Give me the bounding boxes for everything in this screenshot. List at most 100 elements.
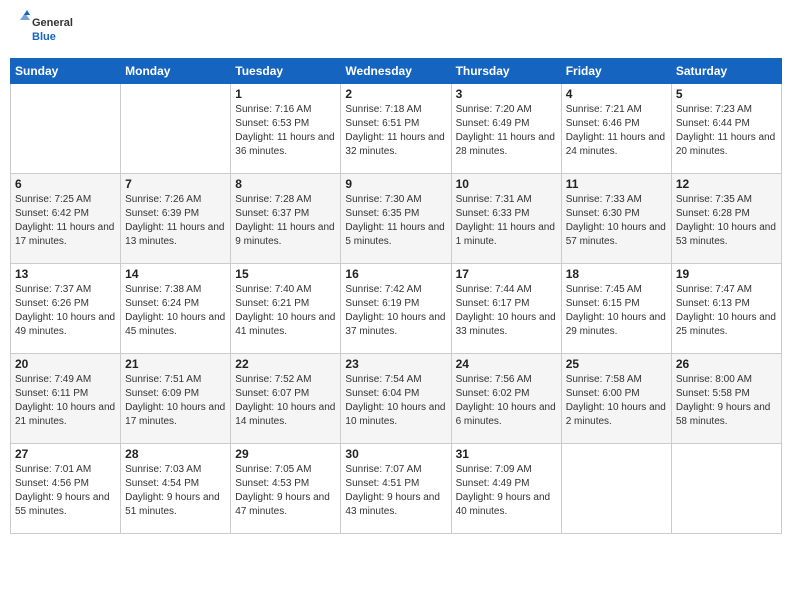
day-info: Sunrise: 7:23 AMSunset: 6:44 PMDaylight:…: [676, 103, 777, 159]
day-number: 24: [456, 357, 557, 371]
day-info: Sunrise: 7:40 AMSunset: 6:21 PMDaylight:…: [235, 283, 336, 339]
day-info: Sunrise: 7:03 AMSunset: 4:54 PMDaylight:…: [125, 463, 226, 519]
calendar-week-row: 27 Sunrise: 7:01 AMSunset: 4:56 PMDayligh…: [11, 444, 782, 534]
weekday-header-row: SundayMondayTuesdayWednesdayThursdayFrid…: [11, 59, 782, 84]
weekday-header: Friday: [561, 59, 671, 84]
weekday-header: Tuesday: [231, 59, 341, 84]
day-number: 21: [125, 357, 226, 371]
day-number: 10: [456, 177, 557, 191]
day-number: 18: [566, 267, 667, 281]
calendar-week-row: 20 Sunrise: 7:49 AMSunset: 6:11 PMDayligh…: [11, 354, 782, 444]
day-info: Sunrise: 7:54 AMSunset: 6:04 PMDaylight:…: [345, 373, 446, 429]
day-number: 12: [676, 177, 777, 191]
day-info: Sunrise: 7:45 AMSunset: 6:15 PMDaylight:…: [566, 283, 667, 339]
calendar-cell: 7 Sunrise: 7:26 AMSunset: 6:39 PMDaylight…: [121, 174, 231, 264]
calendar-week-row: 1Sunrise: 7:16 AMSunset: 6:53 PMDaylight…: [11, 84, 782, 174]
day-number: 15: [235, 267, 336, 281]
calendar-cell: 11 Sunrise: 7:33 AMSunset: 6:30 PMDayligh…: [561, 174, 671, 264]
day-info: Sunrise: 7:25 AMSunset: 6:42 PMDaylight:…: [15, 193, 116, 249]
calendar-cell: 24 Sunrise: 7:56 AMSunset: 6:02 PMDayligh…: [451, 354, 561, 444]
day-number: 8: [235, 177, 336, 191]
calendar-cell: 5Sunrise: 7:23 AMSunset: 6:44 PMDaylight…: [671, 84, 781, 174]
svg-text:General: General: [32, 17, 73, 29]
calendar-cell: 1Sunrise: 7:16 AMSunset: 6:53 PMDaylight…: [231, 84, 341, 174]
day-number: 19: [676, 267, 777, 281]
calendar-cell: 21 Sunrise: 7:51 AMSunset: 6:09 PMDayligh…: [121, 354, 231, 444]
weekday-header: Thursday: [451, 59, 561, 84]
day-info: Sunrise: 7:28 AMSunset: 6:37 PMDaylight:…: [235, 193, 336, 249]
day-number: 6: [15, 177, 116, 191]
calendar-cell: 4Sunrise: 7:21 AMSunset: 6:46 PMDaylight…: [561, 84, 671, 174]
day-info: Sunrise: 7:35 AMSunset: 6:28 PMDaylight:…: [676, 193, 777, 249]
day-info: Sunrise: 7:33 AMSunset: 6:30 PMDaylight:…: [566, 193, 667, 249]
day-number: 16: [345, 267, 446, 281]
day-info: Sunrise: 7:05 AMSunset: 4:53 PMDaylight:…: [235, 463, 336, 519]
day-number: 2: [345, 87, 446, 101]
day-number: 3: [456, 87, 557, 101]
calendar-cell: [561, 444, 671, 534]
calendar-cell: 28 Sunrise: 7:03 AMSunset: 4:54 PMDayligh…: [121, 444, 231, 534]
calendar-cell: 8 Sunrise: 7:28 AMSunset: 6:37 PMDaylight…: [231, 174, 341, 264]
day-number: 7: [125, 177, 226, 191]
calendar-cell: [11, 84, 121, 174]
day-info: Sunrise: 7:49 AMSunset: 6:11 PMDaylight:…: [15, 373, 116, 429]
calendar-table: SundayMondayTuesdayWednesdayThursdayFrid…: [10, 58, 782, 534]
day-info: Sunrise: 7:37 AMSunset: 6:26 PMDaylight:…: [15, 283, 116, 339]
calendar-cell: [121, 84, 231, 174]
page-header: General Blue: [10, 10, 782, 50]
day-number: 29: [235, 447, 336, 461]
calendar-week-row: 6 Sunrise: 7:25 AMSunset: 6:42 PMDaylight…: [11, 174, 782, 264]
day-number: 23: [345, 357, 446, 371]
day-number: 30: [345, 447, 446, 461]
day-number: 14: [125, 267, 226, 281]
calendar-cell: 12 Sunrise: 7:35 AMSunset: 6:28 PMDayligh…: [671, 174, 781, 264]
day-info: Sunrise: 7:52 AMSunset: 6:07 PMDaylight:…: [235, 373, 336, 429]
calendar-cell: 10 Sunrise: 7:31 AMSunset: 6:33 PMDayligh…: [451, 174, 561, 264]
day-number: 9: [345, 177, 446, 191]
logo-svg: General Blue: [14, 10, 94, 50]
day-info: Sunrise: 7:07 AMSunset: 4:51 PMDaylight:…: [345, 463, 446, 519]
day-number: 1: [235, 87, 336, 101]
day-info: Sunrise: 7:38 AMSunset: 6:24 PMDaylight:…: [125, 283, 226, 339]
day-info: Sunrise: 7:20 AMSunset: 6:49 PMDaylight:…: [456, 103, 557, 159]
weekday-header: Wednesday: [341, 59, 451, 84]
day-info: Sunrise: 7:56 AMSunset: 6:02 PMDaylight:…: [456, 373, 557, 429]
day-info: Sunrise: 7:47 AMSunset: 6:13 PMDaylight:…: [676, 283, 777, 339]
day-number: 28: [125, 447, 226, 461]
calendar-cell: 29 Sunrise: 7:05 AMSunset: 4:53 PMDayligh…: [231, 444, 341, 534]
calendar-cell: 13 Sunrise: 7:37 AMSunset: 6:26 PMDayligh…: [11, 264, 121, 354]
day-number: 17: [456, 267, 557, 281]
day-info: Sunrise: 8:00 AMSunset: 5:58 PMDaylight:…: [676, 373, 777, 429]
day-number: 13: [15, 267, 116, 281]
calendar-cell: 26 Sunrise: 8:00 AMSunset: 5:58 PMDayligh…: [671, 354, 781, 444]
calendar-cell: 25Sunrise: 7:58 AMSunset: 6:00 PMDayligh…: [561, 354, 671, 444]
day-info: Sunrise: 7:26 AMSunset: 6:39 PMDaylight:…: [125, 193, 226, 249]
day-number: 11: [566, 177, 667, 191]
calendar-cell: 15 Sunrise: 7:40 AMSunset: 6:21 PMDayligh…: [231, 264, 341, 354]
svg-text:Blue: Blue: [32, 31, 56, 43]
day-info: Sunrise: 7:31 AMSunset: 6:33 PMDaylight:…: [456, 193, 557, 249]
calendar-cell: 27 Sunrise: 7:01 AMSunset: 4:56 PMDayligh…: [11, 444, 121, 534]
day-info: Sunrise: 7:01 AMSunset: 4:56 PMDaylight:…: [15, 463, 116, 519]
day-number: 20: [15, 357, 116, 371]
calendar-cell: 14 Sunrise: 7:38 AMSunset: 6:24 PMDayligh…: [121, 264, 231, 354]
calendar-cell: 20 Sunrise: 7:49 AMSunset: 6:11 PMDayligh…: [11, 354, 121, 444]
calendar-cell: 6 Sunrise: 7:25 AMSunset: 6:42 PMDaylight…: [11, 174, 121, 264]
calendar-cell: 23 Sunrise: 7:54 AMSunset: 6:04 PMDayligh…: [341, 354, 451, 444]
day-number: 22: [235, 357, 336, 371]
day-number: 31: [456, 447, 557, 461]
calendar-cell: 2Sunrise: 7:18 AMSunset: 6:51 PMDaylight…: [341, 84, 451, 174]
day-number: 25: [566, 357, 667, 371]
day-number: 27: [15, 447, 116, 461]
day-info: Sunrise: 7:51 AMSunset: 6:09 PMDaylight:…: [125, 373, 226, 429]
calendar-cell: 31Sunrise: 7:09 AMSunset: 4:49 PMDayligh…: [451, 444, 561, 534]
calendar-cell: 30 Sunrise: 7:07 AMSunset: 4:51 PMDayligh…: [341, 444, 451, 534]
day-info: Sunrise: 7:21 AMSunset: 6:46 PMDaylight:…: [566, 103, 667, 159]
weekday-header: Saturday: [671, 59, 781, 84]
calendar-cell: 19 Sunrise: 7:47 AMSunset: 6:13 PMDayligh…: [671, 264, 781, 354]
day-info: Sunrise: 7:30 AMSunset: 6:35 PMDaylight:…: [345, 193, 446, 249]
day-number: 26: [676, 357, 777, 371]
calendar-week-row: 13 Sunrise: 7:37 AMSunset: 6:26 PMDayligh…: [11, 264, 782, 354]
calendar-cell: 9 Sunrise: 7:30 AMSunset: 6:35 PMDaylight…: [341, 174, 451, 264]
weekday-header: Monday: [121, 59, 231, 84]
